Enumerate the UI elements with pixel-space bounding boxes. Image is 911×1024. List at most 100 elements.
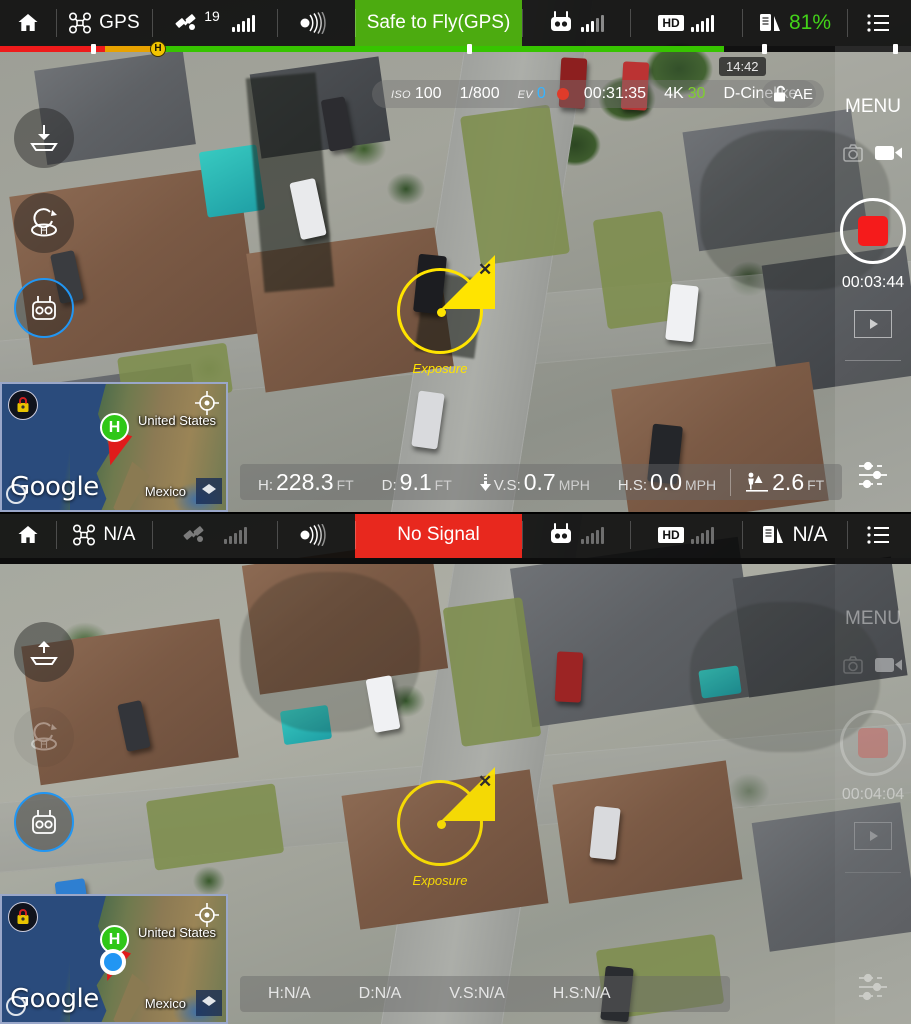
recording-elapsed-time: 00:04:04 bbox=[841, 786, 905, 803]
gps-label: GPS bbox=[99, 12, 140, 33]
video-resolution[interactable]: 4K 30 bbox=[655, 85, 714, 103]
remote-controller-status[interactable] bbox=[522, 0, 630, 46]
map-lock-icon[interactable] bbox=[8, 902, 38, 932]
menu-button[interactable]: MENU bbox=[845, 96, 901, 118]
gps-status[interactable]: N/A bbox=[56, 512, 152, 558]
satellite-icon bbox=[182, 523, 210, 547]
search-icon[interactable] bbox=[6, 484, 26, 504]
sliders-icon bbox=[855, 972, 891, 1002]
map-lock-icon[interactable] bbox=[8, 390, 38, 420]
hd-badge: HD bbox=[658, 527, 684, 543]
battery-status[interactable]: N/A bbox=[742, 512, 847, 558]
drone-icon bbox=[72, 524, 96, 546]
record-stop-button[interactable] bbox=[840, 198, 906, 264]
camera-settings-bar-top[interactable]: ISO 100 1/800 EV 0 00:31:35 4K 30 D-Cine… bbox=[372, 80, 817, 108]
gps-label: N/A bbox=[103, 524, 136, 545]
obstacle-sensing-button[interactable] bbox=[14, 792, 74, 852]
list-menu-icon bbox=[867, 526, 891, 544]
crosshair-icon[interactable] bbox=[194, 390, 220, 416]
iso-value: 100 bbox=[414, 85, 442, 102]
ev-label: EV bbox=[517, 89, 533, 101]
battery-percent: 81% bbox=[788, 11, 832, 34]
remote-controller-status[interactable] bbox=[522, 512, 630, 558]
playback-button[interactable] bbox=[854, 822, 892, 850]
crosshair-icon[interactable] bbox=[194, 902, 220, 928]
satellite-signal-bars bbox=[224, 526, 247, 544]
telemetry-horizontal-speed: H.S: 0.0 MPH bbox=[617, 468, 717, 495]
auto-takeoff-button[interactable] bbox=[14, 622, 74, 682]
menu-button[interactable]: MENU bbox=[845, 608, 901, 630]
video-camera-icon[interactable] bbox=[875, 144, 903, 162]
telemetry-vertical-speed: V.S: 0.7 MPH bbox=[466, 469, 604, 496]
minimap-top[interactable]: United States Mexico H Google bbox=[0, 382, 228, 512]
video-camera-icon[interactable] bbox=[875, 656, 903, 674]
rc-wave-icon bbox=[299, 12, 333, 34]
video-timestamp: 14:42 bbox=[719, 57, 766, 76]
camera-settings-sliders-button[interactable] bbox=[855, 460, 891, 490]
telemetry-horizontal-speed: H.S:N/A bbox=[552, 985, 611, 1002]
return-to-home-button[interactable]: H bbox=[14, 707, 74, 767]
telemetry-bar-bottom: H:N/A D:N/A V.S:N/A H.S:N/A bbox=[240, 976, 730, 1012]
drone-app-screen: GPS 19 Safe to Fly(GPS) HD 81% H ISO 100… bbox=[0, 0, 911, 1024]
close-x-icon[interactable]: ✕ bbox=[478, 261, 492, 278]
map-layers-icon[interactable] bbox=[196, 990, 222, 1016]
exposure-reticle-bottom[interactable]: ✕ Exposure bbox=[397, 767, 495, 888]
person-height-icon bbox=[745, 472, 769, 492]
ev-setting[interactable]: EV 0 bbox=[509, 85, 555, 103]
satellite-icon bbox=[174, 11, 202, 35]
status-bar-bottom: N/A No Signal HD N/A bbox=[0, 512, 911, 558]
camera-photo-icon[interactable] bbox=[843, 656, 863, 674]
telemetry-altitude: H: 228.3 FT bbox=[258, 468, 354, 495]
rc-wave-status[interactable] bbox=[277, 512, 355, 558]
record-stop-button[interactable] bbox=[840, 710, 906, 776]
home-button[interactable] bbox=[0, 512, 56, 558]
satellite-status[interactable]: 19 bbox=[152, 0, 277, 46]
list-menu-button[interactable] bbox=[847, 0, 911, 46]
rc-wave-status[interactable] bbox=[277, 0, 355, 46]
svg-text:H: H bbox=[40, 225, 48, 237]
exposure-label: Exposure bbox=[412, 873, 468, 888]
remote-controller-icon bbox=[548, 11, 574, 35]
battery-level-strip-top: H bbox=[0, 41, 911, 57]
close-x-icon[interactable]: ✕ bbox=[478, 773, 492, 790]
search-icon[interactable] bbox=[6, 996, 26, 1016]
auto-landing-button[interactable] bbox=[14, 108, 74, 168]
playback-button[interactable] bbox=[854, 310, 892, 338]
sliders-icon bbox=[855, 460, 891, 490]
home-button[interactable] bbox=[0, 0, 56, 46]
minimap-bottom[interactable]: United States Mexico H Google bbox=[0, 894, 228, 1024]
camera-settings-sliders-button[interactable] bbox=[855, 972, 891, 1002]
hd-video-status[interactable]: HD bbox=[630, 512, 742, 558]
left-rail-bottom: H bbox=[14, 622, 74, 877]
map-layers-icon[interactable] bbox=[196, 478, 222, 504]
hd-video-status[interactable]: HD bbox=[630, 0, 742, 46]
telemetry-vertical-speed: V.S:N/A bbox=[449, 985, 505, 1002]
map-home-marker: H bbox=[100, 413, 129, 442]
list-menu-button[interactable] bbox=[847, 512, 911, 558]
satellite-count: 19 bbox=[204, 8, 220, 24]
iso-setting[interactable]: ISO 100 bbox=[382, 85, 451, 103]
battery-status[interactable]: 81% bbox=[742, 0, 847, 46]
iso-label: ISO bbox=[391, 89, 411, 101]
exposure-center-dot bbox=[437, 820, 446, 829]
ae-lock-button[interactable]: AE bbox=[762, 80, 824, 108]
list-menu-icon bbox=[867, 14, 891, 32]
exposure-center-dot bbox=[437, 308, 446, 317]
telemetry-distance: D: 9.1 FT bbox=[381, 468, 452, 495]
obstacle-sensing-button[interactable] bbox=[14, 278, 74, 338]
battery-home-marker: H bbox=[150, 41, 166, 57]
shutter-setting[interactable]: 1/800 bbox=[451, 85, 509, 103]
hd-badge: HD bbox=[658, 15, 684, 31]
gps-status[interactable]: GPS bbox=[56, 0, 152, 46]
ev-value: 0 bbox=[536, 85, 546, 102]
return-to-home-button[interactable]: H bbox=[14, 193, 74, 253]
battery-level-strip-bottom bbox=[0, 558, 911, 564]
home-icon bbox=[16, 523, 40, 547]
drone-front-icon bbox=[28, 293, 60, 323]
hd-signal-bars bbox=[690, 526, 714, 544]
camera-photo-icon[interactable] bbox=[843, 144, 863, 162]
satellite-status[interactable] bbox=[152, 512, 277, 558]
exposure-reticle-top[interactable]: ✕ Exposure bbox=[397, 255, 495, 376]
return-home-h-icon: H bbox=[26, 722, 62, 752]
status-bar-top: GPS 19 Safe to Fly(GPS) HD 81% bbox=[0, 0, 911, 46]
